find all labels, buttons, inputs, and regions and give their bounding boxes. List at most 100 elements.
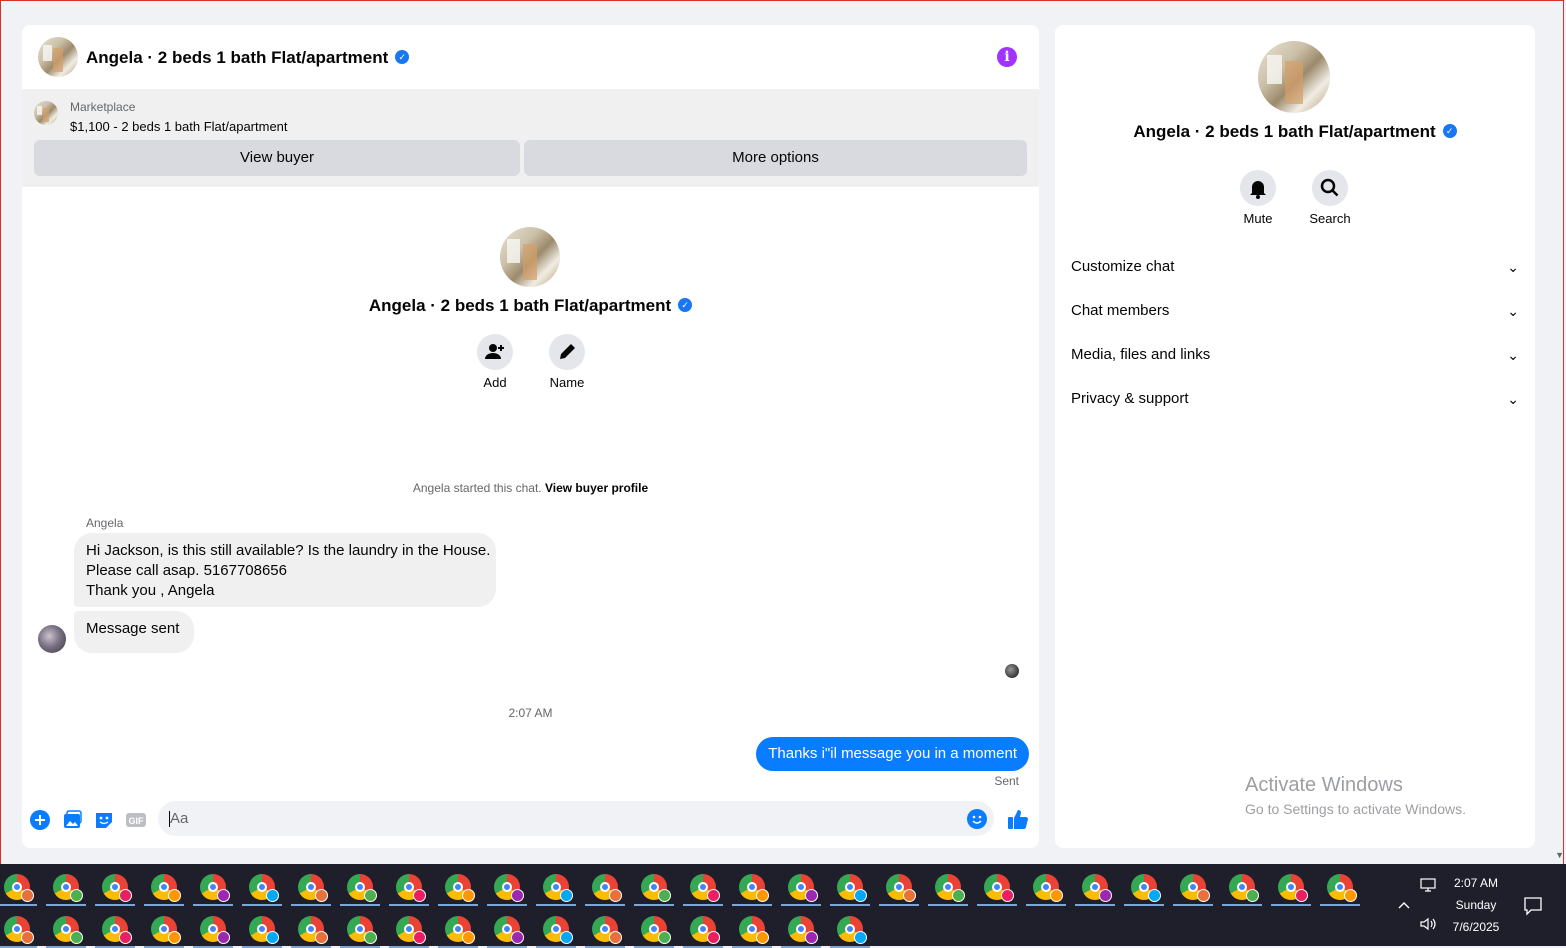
chrome-taskbar-icon[interactable]: [641, 916, 671, 944]
chrome-taskbar-icon[interactable]: [347, 916, 377, 944]
bell-icon[interactable]: [1240, 170, 1276, 206]
chrome-taskbar-icon[interactable]: [298, 916, 328, 944]
chevron-up-icon[interactable]: [1397, 897, 1411, 913]
chrome-taskbar-icon[interactable]: [445, 874, 475, 902]
incoming-message-sent-notice[interactable]: Message sent: [74, 611, 194, 653]
plus-circle-icon[interactable]: [29, 809, 51, 831]
sticker-icon[interactable]: [93, 809, 115, 831]
taskbar-open-indicator: [242, 904, 282, 906]
chat-avatar[interactable]: [38, 37, 78, 77]
taskbar-open-indicator: [46, 904, 86, 906]
taskbar-open-indicator: [193, 904, 233, 906]
message-input[interactable]: [158, 801, 994, 836]
chrome-taskbar-icon[interactable]: [53, 874, 83, 902]
chrome-taskbar-icon[interactable]: [935, 874, 965, 902]
chrome-taskbar-icon[interactable]: [739, 916, 769, 944]
chrome-taskbar-icon[interactable]: [249, 916, 279, 944]
profile-badge-icon: [1050, 889, 1063, 902]
chrome-taskbar-icon[interactable]: [543, 874, 573, 902]
chrome-taskbar-icon[interactable]: [53, 916, 83, 944]
chrome-taskbar-icon[interactable]: [1033, 874, 1063, 902]
taskbar-open-indicator: [879, 904, 919, 906]
profile-badge-icon: [21, 889, 34, 902]
message-line: Please call asap. 5167708656: [86, 562, 287, 579]
chrome-taskbar-icon[interactable]: [1180, 874, 1210, 902]
chrome-taskbar-icon[interactable]: [1327, 874, 1357, 902]
privacy-support-row[interactable]: Privacy & support ⌄: [1071, 377, 1519, 421]
search-glyph: [1320, 178, 1339, 197]
chrome-taskbar-icon[interactable]: [347, 874, 377, 902]
chrome-taskbar-icon[interactable]: [788, 874, 818, 902]
message-line: Hi Jackson, is this still available? Is …: [86, 542, 491, 559]
chrome-taskbar-icon[interactable]: [1229, 874, 1259, 902]
add-person-icon[interactable]: [477, 334, 513, 370]
chrome-taskbar-icon[interactable]: [690, 916, 720, 944]
gif-icon[interactable]: GIF: [125, 809, 147, 831]
chrome-taskbar-icon[interactable]: [102, 874, 132, 902]
taskbar-open-indicator: [585, 904, 625, 906]
chrome-taskbar-icon[interactable]: [837, 874, 867, 902]
chrome-taskbar-icon[interactable]: [592, 874, 622, 902]
chrome-taskbar-icon[interactable]: [837, 916, 867, 944]
sender-avatar[interactable]: [38, 625, 66, 653]
incoming-message[interactable]: Hi Jackson, is this still available? Is …: [74, 533, 496, 607]
marketplace-label: Marketplace: [70, 100, 136, 114]
chrome-taskbar-icon[interactable]: [984, 874, 1014, 902]
customize-chat-row[interactable]: Customize chat ⌄: [1071, 245, 1519, 289]
chrome-taskbar-icon[interactable]: [200, 916, 230, 944]
chrome-taskbar-icon[interactable]: [641, 874, 671, 902]
chrome-taskbar-icon[interactable]: [788, 916, 818, 944]
chrome-taskbar-icon[interactable]: [886, 874, 916, 902]
chrome-taskbar-icon[interactable]: [1278, 874, 1308, 902]
taskbar-open-indicator: [1271, 904, 1311, 906]
speaker-icon[interactable]: [1420, 917, 1438, 934]
intro-title: Angela · 2 beds 1 bath Flat/apartment ✓: [22, 296, 1039, 316]
chrome-taskbar-icon[interactable]: [1082, 874, 1112, 902]
chrome-taskbar-icon[interactable]: [396, 916, 426, 944]
chrome-taskbar-icon[interactable]: [102, 916, 132, 944]
more-options-button[interactable]: More options: [524, 140, 1027, 176]
taskbar-open-indicator: [977, 904, 1017, 906]
chrome-taskbar-icon[interactable]: [592, 916, 622, 944]
media-files-links-row[interactable]: Media, files and links ⌄: [1071, 333, 1519, 377]
scroll-down-arrow[interactable]: ▼: [1555, 850, 1564, 860]
profile-badge-icon: [217, 931, 230, 944]
chat-title[interactable]: Angela · 2 beds 1 bath Flat/apartment ✓: [86, 48, 410, 68]
add-person-glyph: [485, 344, 504, 359]
search-icon[interactable]: [1312, 170, 1348, 206]
network-icon[interactable]: [1420, 877, 1438, 896]
chrome-taskbar-icon[interactable]: [494, 916, 524, 944]
chat-members-row[interactable]: Chat members ⌄: [1071, 289, 1519, 333]
chrome-taskbar-icon[interactable]: [690, 874, 720, 902]
chrome-taskbar-icon[interactable]: [151, 916, 181, 944]
info-icon[interactable]: i: [997, 47, 1017, 67]
pencil-icon[interactable]: [549, 334, 585, 370]
view-buyer-profile-link[interactable]: View buyer profile: [545, 481, 648, 495]
profile-badge-icon: [1246, 889, 1259, 902]
chrome-taskbar-icon[interactable]: [1131, 874, 1161, 902]
chrome-taskbar-icon[interactable]: [151, 874, 181, 902]
thumbs-up-icon[interactable]: [1006, 807, 1030, 837]
watermark-title: Activate Windows: [1245, 774, 1403, 796]
taskbar-open-indicator: [830, 904, 870, 906]
outgoing-message[interactable]: Thanks i"il message you in a moment: [756, 737, 1029, 771]
chrome-taskbar-icon[interactable]: [445, 916, 475, 944]
notification-icon[interactable]: [1523, 896, 1543, 919]
chrome-taskbar-icon[interactable]: [200, 874, 230, 902]
listing-thumbnail: [34, 101, 58, 125]
chrome-taskbar-icon[interactable]: [298, 874, 328, 902]
view-buyer-button[interactable]: View buyer: [34, 140, 520, 176]
chrome-taskbar-icon[interactable]: [396, 874, 426, 902]
profile-badge-icon: [119, 889, 132, 902]
chrome-taskbar-icon[interactable]: [494, 874, 524, 902]
chrome-taskbar-icon[interactable]: [249, 874, 279, 902]
chrome-taskbar-icon[interactable]: [4, 874, 34, 902]
image-icon[interactable]: [61, 809, 83, 831]
name-label: Name: [549, 375, 585, 390]
clock-time[interactable]: 2:07 AM: [1446, 876, 1506, 890]
chrome-taskbar-icon[interactable]: [4, 916, 34, 944]
emoji-icon[interactable]: [967, 809, 987, 829]
chrome-taskbar-icon[interactable]: [739, 874, 769, 902]
chrome-taskbar-icon[interactable]: [543, 916, 573, 944]
taskbar-open-indicator: [95, 904, 135, 906]
